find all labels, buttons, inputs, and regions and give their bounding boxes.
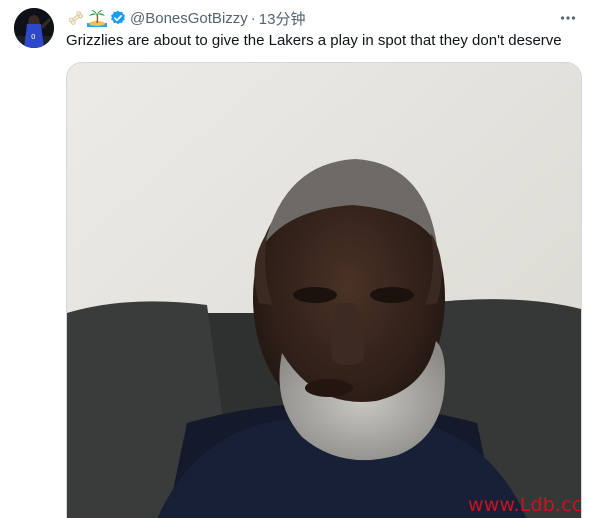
tweet-media-video[interactable] [66, 62, 582, 518]
bone-icon [66, 9, 86, 27]
svg-text:0: 0 [31, 33, 35, 41]
watermark-text: www.Ldb.cc [468, 494, 583, 516]
avatar[interactable]: 0 [14, 8, 54, 48]
tweet-card: 0 @BonesGotBizzy · 13分钟 Grizzlies are ab… [0, 0, 590, 518]
verified-badge-icon [110, 10, 126, 26]
avatar-image: 0 [14, 8, 54, 48]
video-frame-image [67, 63, 581, 518]
user-handle[interactable]: @BonesGotBizzy [130, 10, 248, 27]
desert-island-icon [87, 9, 107, 27]
separator-dot: · [250, 9, 256, 27]
more-options-icon[interactable] [558, 10, 578, 26]
tweet-header: @BonesGotBizzy · 13分钟 [66, 8, 305, 28]
tweet-text: Grizzlies are about to give the Lakers a… [66, 32, 562, 49]
tweet-timestamp[interactable]: 13分钟 [259, 8, 306, 29]
